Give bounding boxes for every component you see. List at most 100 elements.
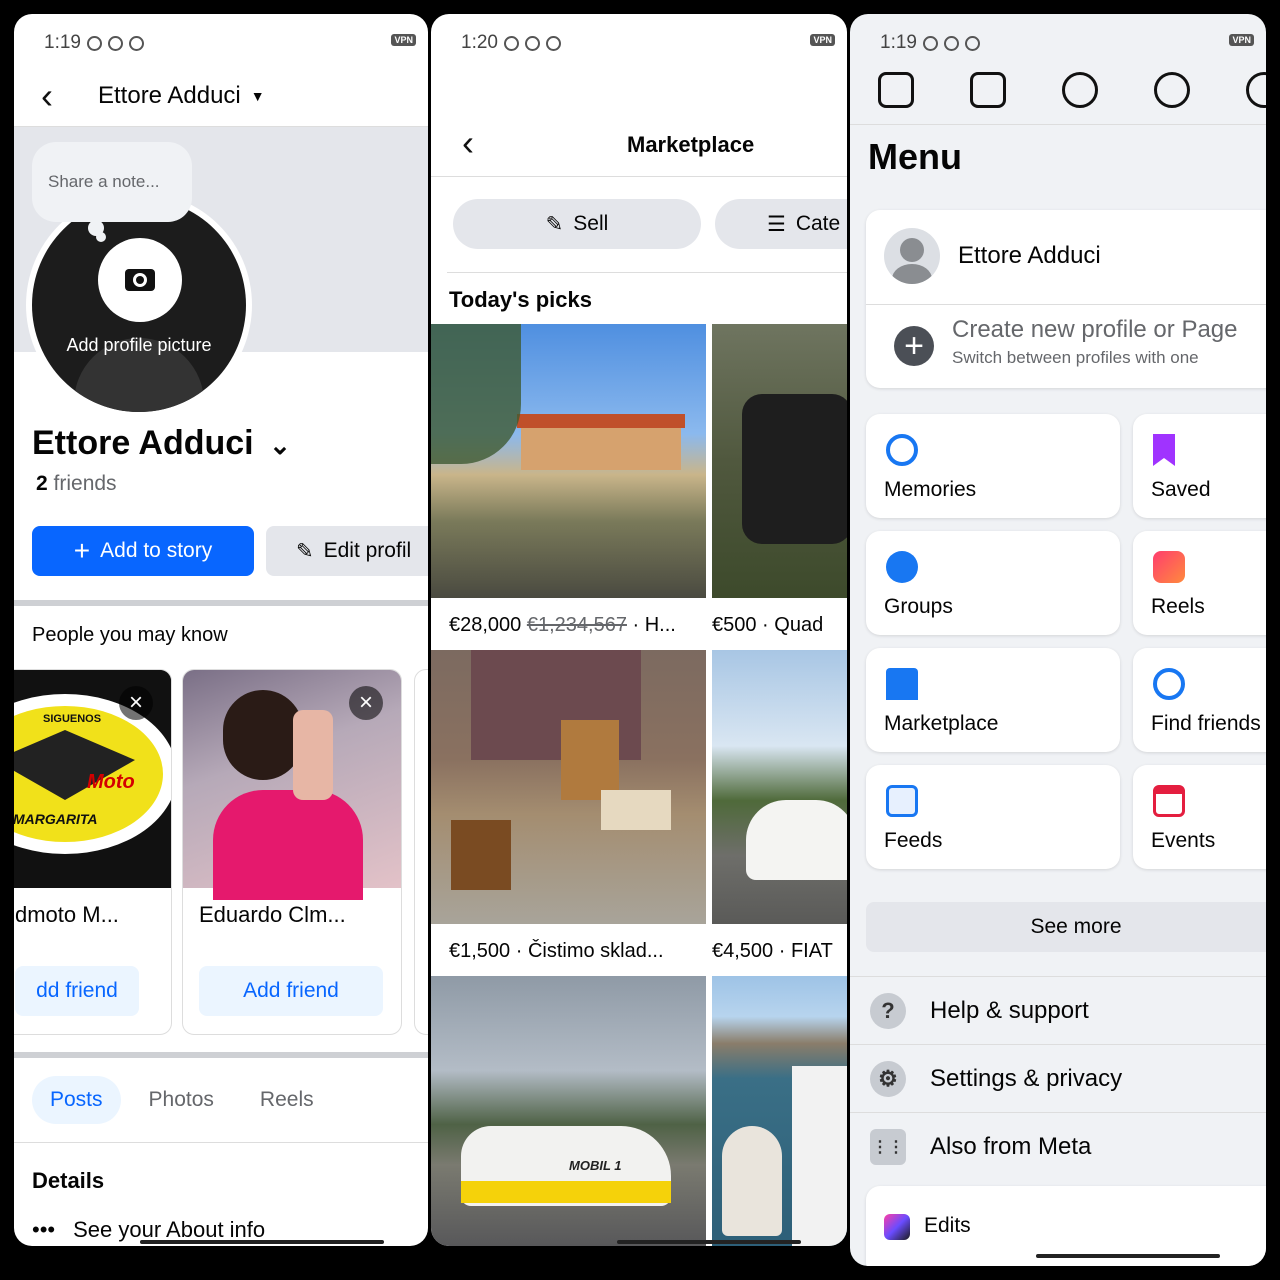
gear-icon: ⚙ [870,1061,906,1097]
bell-icon[interactable] [1246,72,1266,108]
suggestion-name[interactable]: dmoto M... [15,902,119,928]
plus-icon[interactable]: + [894,326,934,366]
about-info-label: See your About info [73,1217,266,1242]
shortcut-label: Memories [884,478,977,501]
list-icon: ☰ [767,212,786,236]
section-divider [14,600,428,606]
table-shape [601,790,671,830]
edit-profile-button[interactable]: ✎ Edit profil [266,526,428,576]
row-label: Also from Meta [930,1133,1092,1160]
tab-posts[interactable]: Posts [32,1076,121,1124]
dismiss-button[interactable]: × [119,686,153,720]
groups-icon [886,551,918,583]
logo-mid-text: Moto [87,771,135,793]
home-indicator [1036,1254,1220,1258]
shortcut-memories[interactable]: Memories [866,414,1120,518]
shortcut-marketplace[interactable]: Marketplace [866,648,1120,752]
plus-icon: + [73,535,91,566]
suggestion-card-partial[interactable] [414,669,428,1035]
avatar[interactable]: Add profile picture [32,198,246,412]
listing-boat-photo[interactable] [712,976,847,1246]
settings-privacy-row[interactable]: ⚙ Settings & privacy [850,1044,1266,1113]
create-profile-label[interactable]: Create new profile or Page [952,316,1238,344]
tab-reels[interactable]: Reels [242,1076,332,1124]
add-profile-picture-label: Add profile picture [66,335,212,355]
add-friend-button[interactable]: dd friend [15,966,139,1016]
add-friend-button[interactable]: Add friend [199,966,383,1016]
share-note-bubble[interactable]: Share a note... [32,142,192,222]
shortcut-events[interactable]: Events [1133,765,1266,869]
sell-label: Sell [573,212,609,235]
sell-button[interactable]: ✎ Sell [453,199,701,249]
listing-furniture-photo[interactable] [431,650,706,924]
back-button[interactable]: ‹ [32,75,62,117]
listing-price[interactable]: €500 · Quad [712,614,823,637]
photo-shirt-shape [213,790,363,900]
friends-icon[interactable] [1062,72,1098,108]
shortcut-saved[interactable]: Saved [1133,414,1266,518]
shortcut-label: Groups [884,595,953,618]
listing-fiat-photo[interactable] [712,650,847,924]
status-time: 1:19 [44,32,81,53]
snapchat-icon [943,35,959,51]
friends-count[interactable]: 2 friends [36,472,117,496]
divider [850,124,1266,125]
listing-price[interactable]: €28,000 €1,234,567 · H... [449,614,676,637]
shortcut-label: Feeds [884,829,943,852]
suggestion-name[interactable]: Eduardo Clm... [199,902,346,928]
boat-shape [722,1126,782,1236]
calendar-icon [1153,785,1185,817]
photo-hair-shape [223,690,303,780]
camera-button[interactable] [98,238,182,322]
add-to-story-button[interactable]: + Add to story [32,526,254,576]
chevron-down-icon[interactable]: ⌄ [269,430,291,460]
details-title: Details [32,1168,105,1193]
profile-header: ‹ Ettore Adduci ▼ [14,68,428,124]
header-title[interactable]: Ettore Adduci [98,82,241,110]
also-from-meta-row[interactable]: ⋮⋮ Also from Meta [850,1112,1266,1181]
logo-bottom-text: MARGARITA [14,811,98,827]
caret-down-icon[interactable]: ▼ [251,88,265,104]
video-icon[interactable] [970,72,1006,108]
profile-name[interactable]: Ettore Adduci ⌄ [32,424,291,463]
back-button[interactable]: ‹ [453,122,483,164]
row-label: Help & support [930,997,1089,1024]
categories-label: Cate [795,212,841,235]
profile-switcher-card[interactable]: Ettore Adduci + Create new profile or Pa… [866,210,1266,388]
categories-button[interactable]: ☰ Cate [715,199,847,249]
listing-house-photo[interactable] [431,324,706,598]
listing-opel-photo[interactable]: MOBIL 1 [431,976,706,1246]
dismiss-button[interactable]: × [349,686,383,720]
shortcut-label: Events [1151,829,1216,852]
listing-title: · Quad [756,614,824,636]
profile-name[interactable]: Ettore Adduci [958,242,1101,270]
listing-quad-photo[interactable] [712,324,847,598]
whatsapp-icon [503,35,519,51]
photo-phone-shape [293,710,333,800]
listing-price[interactable]: €4,500 · FIAT [712,940,833,963]
divider [431,176,847,177]
profile-picture[interactable]: Add profile picture [26,192,252,418]
tree-shape [431,324,521,464]
sync-icon [128,35,144,51]
divider [447,272,847,273]
listing-price[interactable]: €1,500 · Čistimo sklad... [449,940,664,963]
more-dots-icon: ••• [32,1217,56,1242]
suggestion-card[interactable]: SIGUENOS Moto MARGARITA × dmoto M... dd … [14,669,172,1035]
suggestion-card[interactable]: × Eduardo Clm... Add friend [182,669,402,1035]
clock-icon [886,434,918,466]
shortcut-reels[interactable]: Reels [1133,531,1266,635]
shop-icon [886,668,918,700]
house-wall-shape [521,424,681,470]
profile-icon[interactable] [1154,72,1190,108]
shortcut-find-friends[interactable]: Find friends [1133,648,1266,752]
see-more-button[interactable]: See more [866,902,1266,952]
pencil-icon: ✎ [296,539,314,563]
profile-tabs: Posts Photos Reels [32,1076,342,1124]
help-support-row[interactable]: ? Help & support [850,976,1266,1045]
avatar[interactable] [884,228,940,284]
shortcut-feeds[interactable]: Feeds [866,765,1120,869]
home-icon[interactable] [878,72,914,108]
shortcut-groups[interactable]: Groups [866,531,1120,635]
tab-photos[interactable]: Photos [131,1076,232,1124]
